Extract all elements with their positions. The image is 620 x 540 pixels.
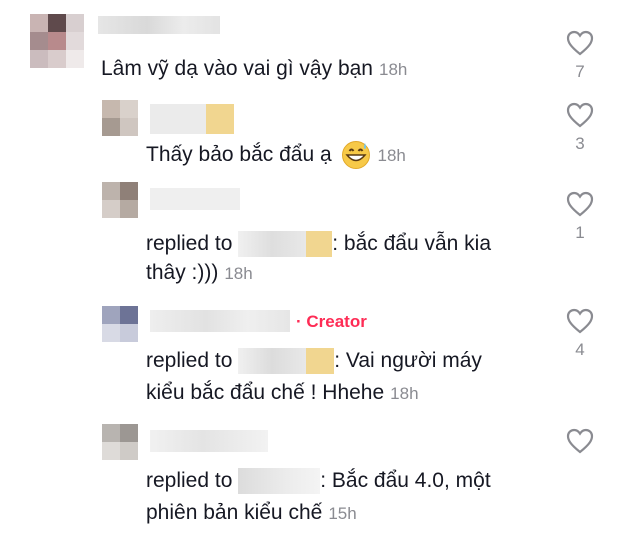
comment-text: thây :))) 18h — [146, 261, 253, 284]
mention-redacted[interactable] — [306, 348, 335, 375]
like-button[interactable]: 1 — [560, 191, 600, 243]
like-count: 3 — [575, 134, 585, 153]
like-button[interactable]: 7 — [560, 30, 600, 82]
username-redacted[interactable] — [150, 188, 240, 210]
like-button[interactable]: 3 — [560, 102, 600, 154]
comment-text: phiên bản kiểu chế 15h — [146, 501, 357, 524]
comment-text: kiểu bắc đẩu chế ! Hhehe 18h — [146, 381, 419, 404]
comment-text: replied to : Bắc đẩu 4.0, một — [146, 466, 491, 496]
avatar[interactable] — [102, 182, 138, 218]
mention-redacted[interactable] — [238, 348, 307, 375]
comment-text: replied to : bắc đẩu vẫn kia — [146, 229, 491, 259]
like-button[interactable] — [560, 428, 600, 454]
heart-icon — [566, 30, 594, 56]
like-button[interactable]: 4 — [560, 308, 600, 360]
grinning-sweat-emoji — [342, 141, 371, 170]
mention-redacted[interactable] — [306, 231, 333, 258]
username-redacted[interactable] — [150, 430, 268, 452]
replied-prefix: replied to — [146, 469, 233, 492]
avatar[interactable] — [102, 100, 138, 136]
avatar[interactable] — [102, 306, 138, 342]
comment-time: 18h — [224, 264, 253, 283]
comment-text: Lâm vỹ dạ vào vai gì vậy bạn 18h — [101, 57, 408, 80]
username-redacted[interactable] — [206, 104, 234, 134]
heart-icon — [566, 191, 594, 217]
avatar[interactable] — [30, 14, 84, 68]
like-count: 4 — [575, 340, 585, 359]
username-redacted[interactable] — [150, 310, 290, 332]
like-count: 7 — [575, 62, 585, 81]
mention-redacted[interactable] — [238, 468, 321, 495]
username-redacted[interactable] — [98, 16, 220, 34]
replied-prefix: replied to — [146, 232, 233, 255]
avatar[interactable] — [102, 424, 138, 460]
heart-icon — [566, 102, 594, 128]
comment-time: 15h — [328, 504, 357, 523]
comment-text: Thấy bảo bắc đẩu ạ 18h — [146, 140, 406, 171]
heart-icon — [566, 308, 594, 334]
comment-time: 18h — [390, 384, 419, 403]
like-count: 1 — [575, 223, 585, 242]
heart-icon — [566, 428, 594, 454]
creator-badge: · Creator — [296, 312, 367, 331]
comment-time: 18h — [377, 146, 406, 165]
comment-time: 18h — [379, 60, 408, 79]
replied-prefix: replied to — [146, 349, 233, 372]
mention-redacted[interactable] — [238, 231, 307, 258]
comment-text: replied to : Vai người máy — [146, 346, 482, 376]
username-redacted[interactable] — [150, 104, 206, 134]
